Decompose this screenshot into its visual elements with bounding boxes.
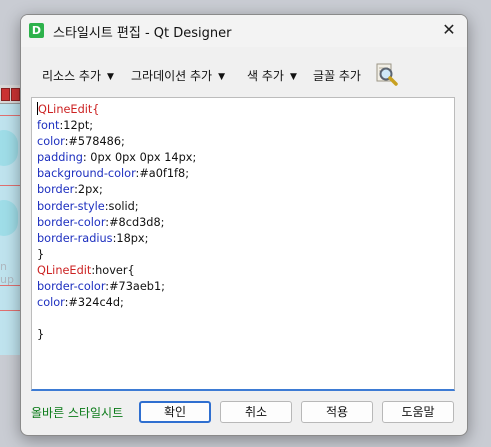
value-token: :#a0f1f8; bbox=[135, 167, 190, 181]
property-token: border-style bbox=[37, 199, 105, 213]
help-button[interactable]: 도움말 bbox=[382, 401, 454, 423]
apply-button[interactable]: 적용 bbox=[301, 401, 373, 423]
code-line: border-color:#8cd3d8; bbox=[37, 215, 449, 231]
dropdown-arrow-icon: ▼ bbox=[218, 72, 226, 82]
selector-token: QLineEdit{ bbox=[38, 103, 100, 116]
property-token: color bbox=[37, 135, 65, 149]
layout-guide-line bbox=[0, 285, 22, 286]
code-line: border-radius:18px; bbox=[37, 231, 449, 247]
code-line: QLineEdit{ bbox=[37, 102, 449, 118]
property-token: border bbox=[37, 183, 75, 197]
property-token: font bbox=[37, 119, 60, 133]
background-tool-icon bbox=[1, 88, 10, 101]
add-color-dropdown[interactable]: 색 추가 ▼ bbox=[247, 67, 297, 84]
add-color-label: 색 추가 bbox=[247, 69, 284, 83]
dropdown-arrow-icon: ▼ bbox=[107, 72, 114, 82]
background-partial-text: n up bbox=[0, 260, 14, 286]
stylesheet-text-editor[interactable]: QLineEdit{font:12pt; color:#578486; paddin… bbox=[31, 97, 455, 391]
value-token: } bbox=[37, 247, 45, 261]
title-bar: D 스타일시트 편집 - Qt Designer ✕ bbox=[21, 15, 467, 47]
cancel-button[interactable]: 취소 bbox=[220, 401, 292, 423]
stylesheet-toolbar: 리소스 추가 ▼ 그라데이션 추가 ▼ 색 추가 ▼ 글꼴 추가 bbox=[31, 59, 461, 89]
property-token: color bbox=[37, 296, 65, 310]
add-resource-label: 리소스 추가 bbox=[42, 69, 102, 83]
dropdown-arrow-icon: ▼ bbox=[289, 72, 297, 82]
value-token: } bbox=[37, 328, 45, 342]
code-line: font:12pt; bbox=[37, 118, 449, 134]
background-tool-icon bbox=[11, 88, 20, 101]
value-token: :#324c4d; bbox=[64, 296, 124, 310]
preview-widget-shape bbox=[0, 130, 18, 166]
property-token: padding bbox=[37, 151, 83, 165]
add-resource-dropdown[interactable]: 리소스 추가 ▼ bbox=[42, 67, 114, 84]
code-line: padding: 0px 0px 0px 14px; bbox=[37, 150, 449, 166]
code-line: color:#578486; bbox=[37, 134, 449, 150]
magnifier-icon[interactable] bbox=[375, 63, 399, 87]
code-line: } bbox=[37, 247, 449, 263]
value-token: :solid; bbox=[104, 199, 139, 213]
layout-guide-line bbox=[0, 310, 22, 311]
value-token: :hover{ bbox=[91, 263, 135, 277]
value-token: :18px; bbox=[112, 231, 149, 245]
validation-status-text: 올바른 스타일시트 bbox=[31, 406, 124, 420]
property-token: background-color bbox=[37, 167, 136, 181]
ok-button[interactable]: 확인 bbox=[139, 401, 211, 423]
preview-widget-shape bbox=[0, 200, 18, 236]
value-token: :2px; bbox=[74, 183, 103, 197]
value-token: :#578486; bbox=[64, 135, 125, 149]
code-line: border-color:#73aeb1; bbox=[37, 279, 449, 295]
value-token: :#73aeb1; bbox=[105, 280, 165, 294]
layout-guide-line bbox=[0, 115, 22, 116]
code-line: } bbox=[37, 327, 449, 343]
close-button[interactable]: ✕ bbox=[437, 19, 461, 41]
code-line: color:#324c4d; bbox=[37, 295, 449, 311]
selector-token: QLineEdit bbox=[37, 263, 92, 277]
qt-designer-app-icon: D bbox=[29, 23, 44, 38]
stylesheet-editor-dialog: D 스타일시트 편집 - Qt Designer ✕ 리소스 추가 ▼ 그라데이션… bbox=[20, 14, 468, 436]
value-token: :#8cd3d8; bbox=[105, 215, 165, 229]
code-line: border-style:solid; bbox=[37, 199, 449, 215]
background-toolbar bbox=[0, 85, 22, 104]
add-font-label: 글꼴 추가 bbox=[313, 69, 361, 83]
add-gradient-label: 그라데이션 추가 bbox=[131, 69, 213, 83]
value-token: : 0px 0px 0px 14px; bbox=[82, 151, 197, 165]
layout-guide-line bbox=[0, 185, 22, 186]
code-line: border:2px; bbox=[37, 182, 449, 198]
code-line: background-color:#a0f1f8; bbox=[37, 166, 449, 182]
property-token: border-color bbox=[37, 280, 106, 294]
property-token: border-radius bbox=[37, 231, 113, 245]
value-token: :12pt; bbox=[59, 119, 94, 133]
property-token: border-color bbox=[37, 215, 106, 229]
window-title: 스타일시트 편집 - Qt Designer bbox=[53, 26, 232, 41]
add-font-button[interactable]: 글꼴 추가 bbox=[313, 67, 361, 84]
code-line: QLineEdit:hover{ bbox=[37, 263, 449, 279]
add-gradient-dropdown[interactable]: 그라데이션 추가 ▼ bbox=[131, 67, 225, 84]
